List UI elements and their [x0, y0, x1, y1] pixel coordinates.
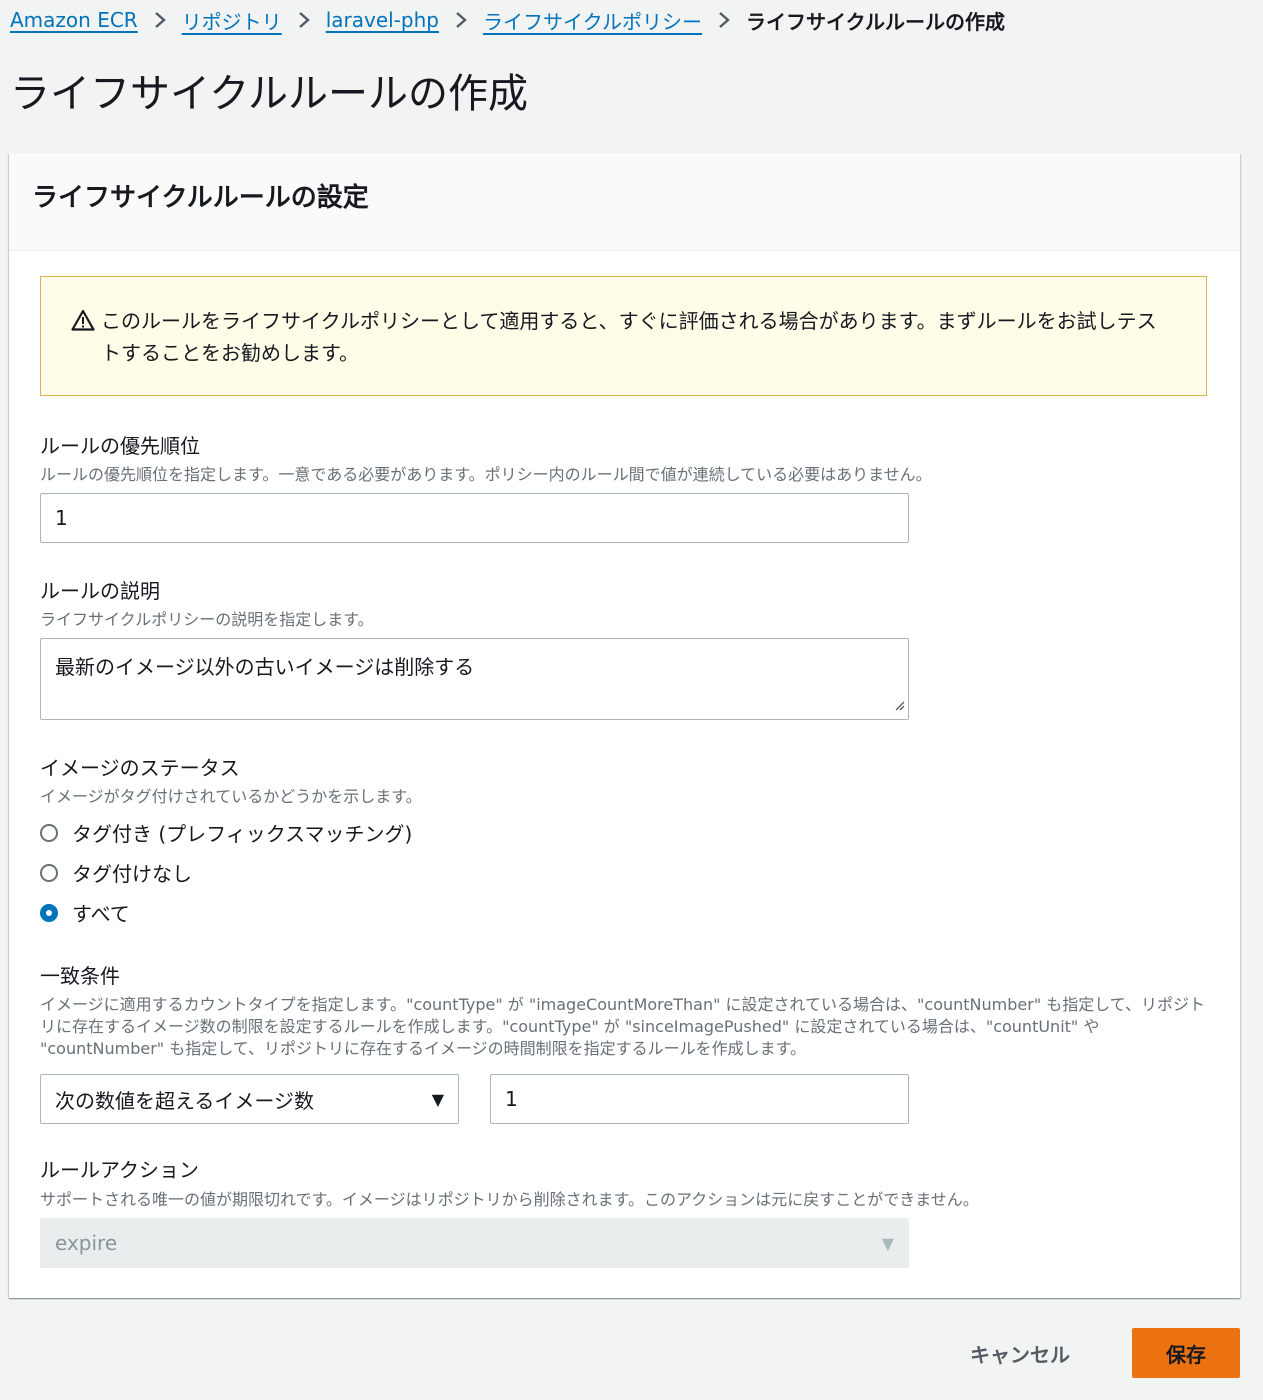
chevron-right-icon	[154, 11, 166, 29]
rule-action-description: サポートされる唯一の値が期限切れです。イメージはリポジトリから削除されます。この…	[40, 1190, 979, 1209]
priority-label: ルールの優先順位	[40, 434, 200, 458]
caret-down-icon: ▼	[881, 1233, 894, 1253]
count-type-select[interactable]: 次の数値を超えるイメージ数 ▼	[40, 1074, 459, 1124]
radio-label: タグ付けなし	[72, 862, 192, 886]
match-criteria-description: イメージに適用するカウントタイプを指定します。"countType" が "im…	[40, 995, 1206, 1058]
breadcrumb-link-repositories[interactable]: リポジトリ	[182, 6, 282, 35]
radio-label: すべて	[72, 902, 130, 926]
description-label: ルールの説明	[40, 579, 160, 603]
priority-input[interactable]: 1	[40, 493, 909, 543]
radio-button[interactable]	[40, 823, 58, 842]
chevron-right-icon	[718, 11, 730, 29]
alert-text: このルールをライフサイクルポリシーとして適用すると、すぐに評価される場合がありま…	[101, 309, 1157, 365]
radio-button[interactable]	[40, 863, 58, 882]
image-status-description: イメージがタグ付けされているかどうかを示します。	[40, 787, 422, 806]
radio-button-selected[interactable]	[40, 903, 58, 922]
count-number-input[interactable]: 1	[490, 1074, 909, 1124]
chevron-right-icon	[455, 11, 467, 29]
image-status-label: イメージのステータス	[40, 756, 240, 780]
resize-handle-icon[interactable]	[893, 692, 905, 716]
breadcrumb: Amazon ECR リポジトリ laravel-php ライフサイクルポリシー…	[10, 6, 1005, 34]
radio-label: タグ付き (プレフィックスマッチング)	[72, 822, 413, 846]
radio-tagged[interactable]: タグ付き (プレフィックスマッチング)	[40, 818, 412, 847]
rule-action-select: expire ▼	[40, 1218, 909, 1268]
description-description: ライフサイクルポリシーの説明を指定します。	[40, 610, 374, 629]
priority-description: ルールの優先順位を指定します。一意である必要があります。ポリシー内のルール間で値…	[40, 465, 932, 484]
caret-down-icon: ▼	[431, 1089, 444, 1109]
breadcrumb-link-lifecycle-policy[interactable]: ライフサイクルポリシー	[483, 6, 702, 35]
panel-title: ライフサイクルルールの設定	[32, 183, 369, 213]
page-title: ライフサイクルルールの作成	[10, 71, 528, 117]
chevron-right-icon	[298, 11, 310, 29]
match-criteria-label: 一致条件	[40, 964, 120, 988]
radio-untagged[interactable]: タグ付けなし	[40, 858, 192, 887]
save-button[interactable]: 保存	[1132, 1328, 1240, 1378]
description-textarea[interactable]: 最新のイメージ以外の古いイメージは削除する	[40, 638, 909, 720]
radio-any[interactable]: すべて	[40, 898, 130, 927]
breadcrumb-link-amazon-ecr[interactable]: Amazon ECR	[10, 8, 138, 32]
breadcrumb-current: ライフサイクルルールの作成	[745, 9, 1005, 34]
warning-alert: このルールをライフサイクルポリシーとして適用すると、すぐに評価される場合がありま…	[40, 276, 1207, 396]
warning-icon	[71, 309, 101, 335]
cancel-button[interactable]: キャンセル	[950, 1328, 1090, 1378]
rule-action-label: ルールアクション	[40, 1158, 199, 1182]
breadcrumb-link-repository[interactable]: laravel-php	[326, 8, 439, 32]
